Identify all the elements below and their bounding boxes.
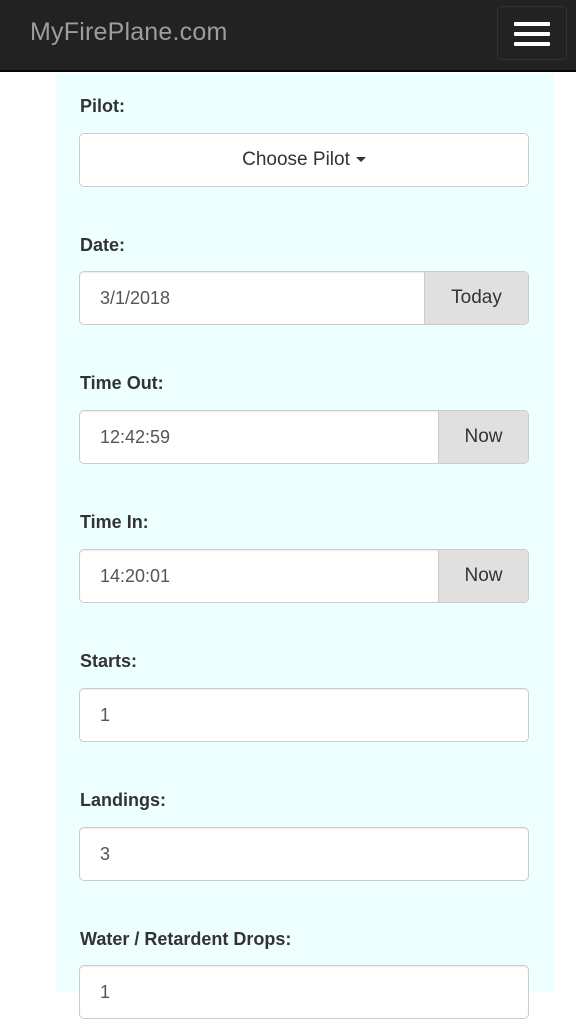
choose-pilot-label: Choose Pilot (242, 149, 350, 170)
time-in-label: Time In: (80, 512, 149, 532)
starts-label: Starts: (80, 651, 138, 671)
starts-input-box[interactable]: 1 (79, 688, 529, 742)
time-in-input[interactable]: 14:20:01 (100, 550, 170, 602)
drops-input[interactable]: 1 (100, 966, 110, 1018)
time-in-input-group: 14:20:01 Now (79, 549, 529, 603)
landings-input[interactable]: 3 (100, 828, 110, 880)
time-out-now-button[interactable]: Now (438, 411, 528, 463)
today-button[interactable]: Today (424, 272, 528, 324)
starts-input[interactable]: 1 (100, 689, 110, 741)
time-out-input[interactable]: 12:42:59 (100, 411, 170, 463)
drops-label: Water / Retardent Drops: (80, 929, 292, 949)
time-out-input-group: 12:42:59 Now (79, 410, 529, 464)
landings-label: Landings: (80, 790, 166, 810)
time-in-now-button[interactable]: Now (438, 550, 528, 602)
date-label: Date: (80, 235, 126, 255)
choose-pilot-dropdown[interactable]: Choose Pilot (79, 133, 529, 187)
brand-link[interactable]: MyFirePlane.com (30, 18, 228, 47)
date-input[interactable]: 3/1/2018 (100, 272, 170, 324)
landings-input-box[interactable]: 3 (79, 827, 529, 881)
drops-input-box[interactable]: 1 (79, 965, 529, 1019)
caret-down-icon (355, 157, 366, 163)
navbar: MyFirePlane.com (0, 0, 576, 72)
pilot-label: Pilot: (80, 96, 125, 116)
time-out-label: Time Out: (80, 373, 164, 393)
navbar-toggle-button[interactable] (497, 6, 567, 60)
date-input-group: 3/1/2018 Today (79, 271, 529, 325)
